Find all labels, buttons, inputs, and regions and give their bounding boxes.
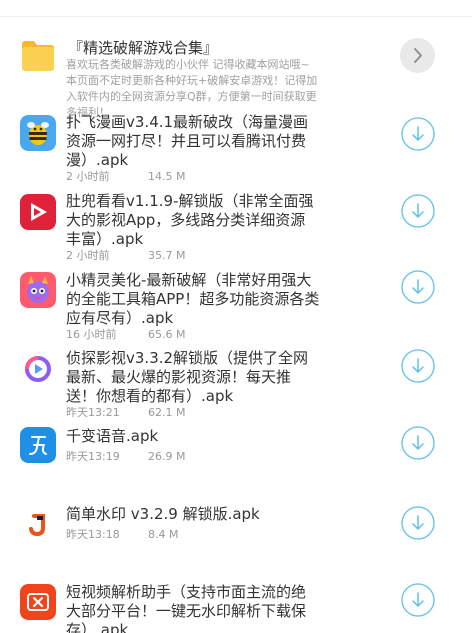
- download-icon[interactable]: [401, 194, 435, 228]
- voice-app-icon: [20, 427, 56, 463]
- file-size: 65.6 M: [148, 328, 186, 341]
- folder-card[interactable]: 『精选破解游戏合集』 喜欢玩各类破解游戏的小伙伴 记得收藏本网站哦~本页面不定时…: [0, 17, 472, 119]
- file-name[interactable]: 扑飞漫画v3.4.1最新破改（海量漫画资源一网打尽！并且可以看腾讯付费漫）.ap…: [66, 113, 320, 170]
- download-icon[interactable]: [401, 583, 435, 617]
- download-icon[interactable]: [401, 117, 435, 151]
- video-parser-app-icon: [20, 584, 56, 620]
- file-time: 昨天13:21: [66, 406, 120, 419]
- download-icon[interactable]: [401, 426, 435, 460]
- detective-app-icon: [20, 351, 56, 387]
- chevron-right-icon[interactable]: [400, 38, 435, 73]
- file-name[interactable]: 侦探影视v3.3.2解锁版（提供了全网最新、最火爆的影视资源！每天推送！你想看的…: [66, 349, 320, 406]
- file-time: 2 小时前: [66, 249, 110, 262]
- sprite-app-icon: [20, 272, 56, 308]
- file-time: 2 小时前: [66, 170, 110, 183]
- file-name[interactable]: 千变语音.apk: [66, 427, 320, 446]
- file-name[interactable]: 小精灵美化-最新破解（非常好用强大的全能工具箱APP！超多功能资源各类应有尽有）…: [66, 271, 320, 328]
- file-name[interactable]: 短视频解析助手（支持市面主流的绝大部分平台！一键无水印解析下载保存）.apk: [66, 583, 320, 633]
- list-item[interactable]: 肚兜看看v1.1.9-解锁版（非常全面强大的影视App，多线路分类详细资源丰富）…: [0, 192, 472, 267]
- download-icon[interactable]: [401, 506, 435, 540]
- file-meta: 昨天13:21 62.1 M: [66, 404, 185, 420]
- list-item[interactable]: 千变语音.apk 昨天13:19 26.9 M: [0, 426, 472, 486]
- list-item[interactable]: 短视频解析助手（支持市面主流的绝大部分平台！一键无水印解析下载保存）.apk: [0, 583, 472, 633]
- folder-title: 『精选破解游戏合集』: [68, 39, 219, 57]
- download-icon[interactable]: [401, 349, 435, 383]
- file-time: 16 小时前: [66, 328, 117, 341]
- list-item[interactable]: 简单水印 v3.2.9 解锁版.apk 昨天13:18 8.4 M: [0, 504, 472, 564]
- download-icon[interactable]: [401, 270, 435, 304]
- top-divider: [0, 0, 472, 17]
- play-app-icon: [20, 194, 56, 230]
- list-item[interactable]: 小精灵美化-最新破解（非常好用强大的全能工具箱APP！超多功能资源各类应有尽有）…: [0, 268, 472, 343]
- file-size: 62.1 M: [148, 406, 186, 419]
- file-name[interactable]: 简单水印 v3.2.9 解锁版.apk: [66, 505, 320, 524]
- folder-icon: [20, 39, 56, 73]
- folder-description: 喜欢玩各类破解游戏的小伙伴 记得收藏本网站哦~本页面不定时更新各种好玩+破解安卓…: [66, 58, 318, 119]
- file-time: 昨天13:18: [66, 528, 120, 541]
- list-item[interactable]: 侦探影视v3.3.2解锁版（提供了全网最新、最火爆的影视资源！每天推送！你想看的…: [0, 347, 472, 422]
- file-size: 26.9 M: [148, 450, 186, 463]
- file-meta: 2 小时前 35.7 M: [66, 247, 185, 263]
- file-meta: 2 小时前 14.5 M: [66, 168, 185, 184]
- file-size: 14.5 M: [148, 170, 186, 183]
- watermark-app-icon: [20, 506, 56, 542]
- bee-app-icon: [20, 115, 56, 151]
- file-size: 8.4 M: [148, 528, 179, 541]
- file-name[interactable]: 肚兜看看v1.1.9-解锁版（非常全面强大的影视App，多线路分类详细资源丰富）…: [66, 192, 320, 249]
- list-item[interactable]: 扑飞漫画v3.4.1最新破改（海量漫画资源一网打尽！并且可以看腾讯付费漫）.ap…: [0, 113, 472, 188]
- file-size: 35.7 M: [148, 249, 186, 262]
- file-meta: 昨天13:19 26.9 M: [66, 448, 185, 464]
- file-time: 昨天13:19: [66, 450, 120, 463]
- file-meta: 昨天13:18 8.4 M: [66, 526, 178, 542]
- file-meta: 16 小时前 65.6 M: [66, 326, 185, 342]
